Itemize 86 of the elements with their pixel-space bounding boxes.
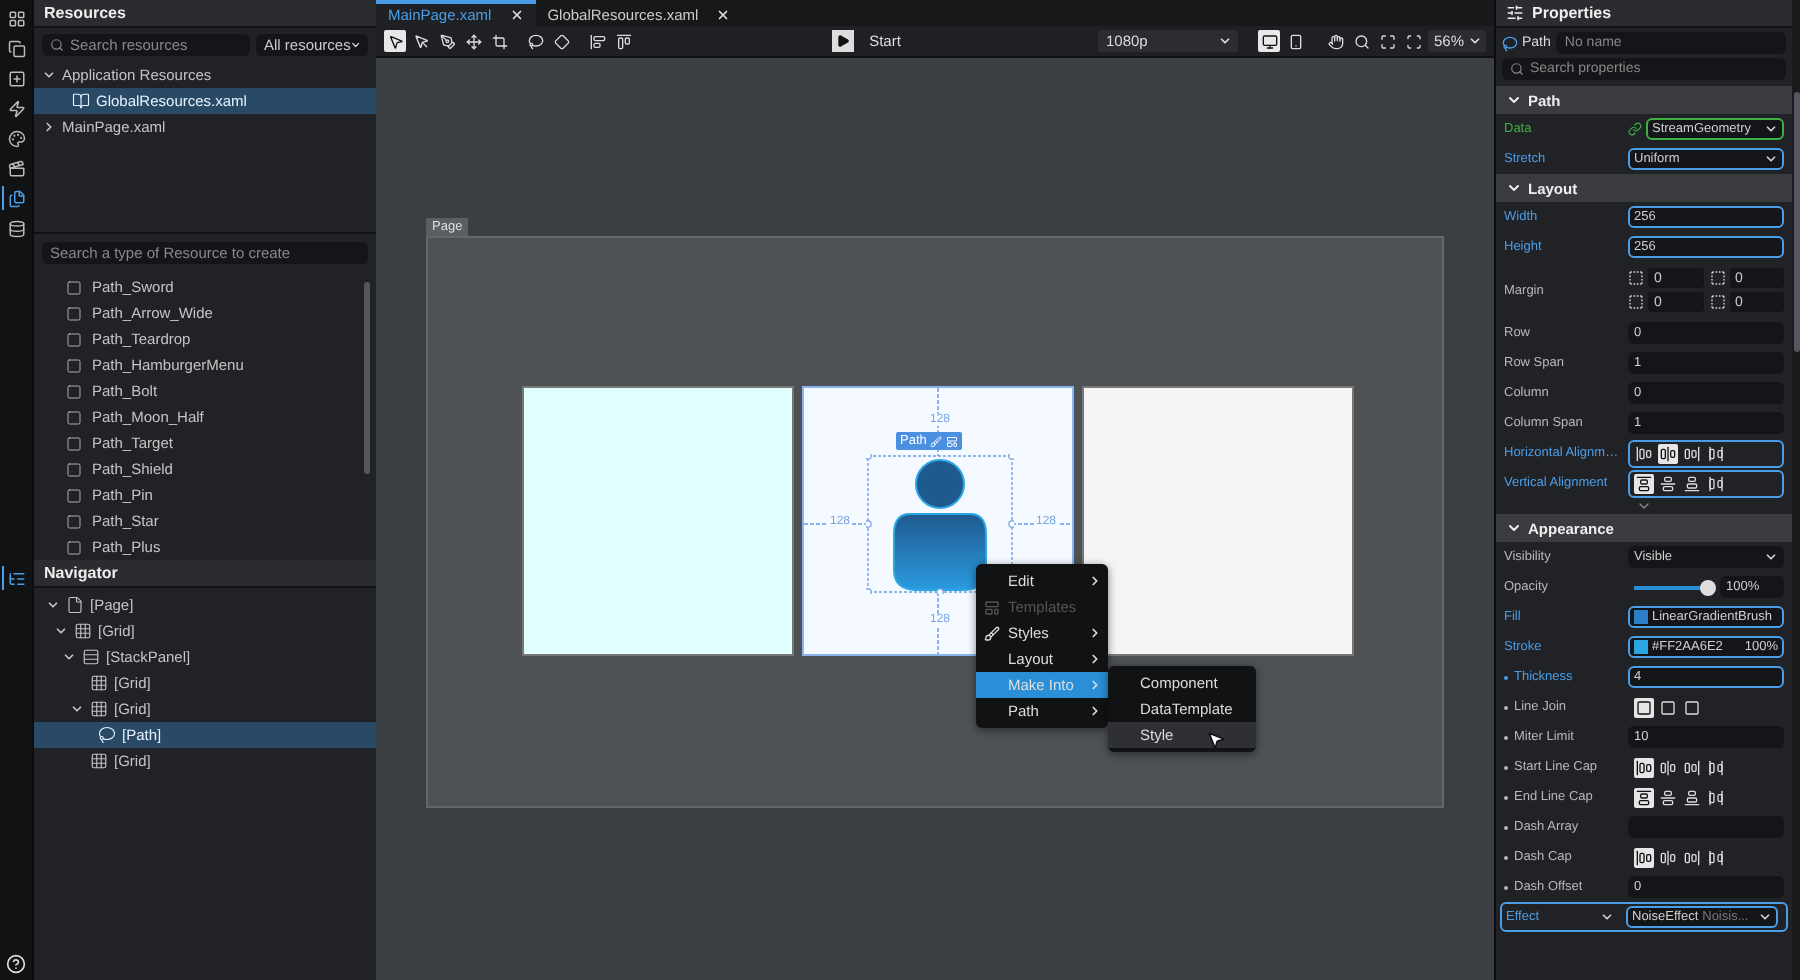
caret-icon: [1758, 910, 1772, 924]
pen-tool[interactable]: [436, 30, 458, 52]
option-button[interactable]: [1706, 787, 1726, 807]
caret-icon: [1764, 152, 1778, 166]
slider-thumb[interactable]: [1700, 579, 1716, 595]
align-top-tool[interactable]: [612, 30, 634, 52]
expand-caret-icon: [1506, 520, 1522, 536]
option-button[interactable]: [1682, 757, 1702, 777]
option-button[interactable]: [1706, 443, 1726, 463]
lasso-tool[interactable]: [524, 30, 546, 52]
brush-icon: [984, 625, 1000, 641]
search-icon: [50, 38, 64, 52]
path-icon: [98, 726, 116, 744]
option-button[interactable]: [1682, 443, 1702, 463]
option-button[interactable]: [1634, 473, 1654, 493]
expand-caret-icon[interactable]: [70, 702, 84, 716]
brush-icon: [930, 435, 943, 447]
side-icon: [1628, 294, 1644, 310]
caret-icon: [1600, 910, 1614, 924]
template-icon: [984, 599, 1000, 615]
diamond-tool[interactable]: [550, 30, 572, 52]
caret-icon: [1764, 550, 1778, 564]
desktop-toggle[interactable]: [1258, 30, 1280, 52]
caret-icon: [1468, 34, 1482, 48]
option-button[interactable]: [1658, 443, 1678, 463]
close-icon[interactable]: [716, 8, 731, 22]
grid-icon: [90, 700, 108, 718]
grid-icon: [74, 622, 92, 640]
option-button[interactable]: [1634, 847, 1654, 867]
caret-icon: [350, 38, 362, 52]
color-swatch[interactable]: [1634, 640, 1648, 654]
panel-title: Resources: [34, 0, 376, 28]
files-icon[interactable]: [2, 186, 30, 210]
option-button[interactable]: [1682, 847, 1702, 867]
collapse-caret-icon[interactable]: [42, 120, 56, 134]
stack-icon: [82, 648, 100, 666]
expand-caret-icon: [1506, 92, 1522, 108]
select-tool[interactable]: [384, 30, 406, 52]
scrollbar[interactable]: [1793, 92, 1799, 352]
grid-icon: [90, 752, 108, 770]
more-chevron-icon[interactable]: [1636, 498, 1652, 514]
crop-tool[interactable]: [488, 30, 510, 52]
option-button[interactable]: [1706, 757, 1726, 777]
option-button[interactable]: [1658, 757, 1678, 777]
move-tool[interactable]: [462, 30, 484, 52]
zoom-tool[interactable]: [1350, 30, 1372, 52]
close-icon[interactable]: [509, 8, 524, 22]
align-left-tool[interactable]: [586, 30, 608, 52]
expand-caret-icon[interactable]: [42, 68, 56, 82]
option-button[interactable]: [1634, 697, 1654, 717]
scrollbar[interactable]: [364, 282, 370, 474]
panel-title: Properties: [1496, 0, 1792, 28]
path-icon: [1502, 35, 1518, 51]
template-icon: [946, 435, 959, 447]
option-button[interactable]: [1658, 787, 1678, 807]
option-button[interactable]: [1634, 757, 1654, 777]
grid-icon: [90, 674, 108, 692]
link-icon[interactable]: [1628, 122, 1642, 136]
direct-select-tool[interactable]: [410, 30, 432, 52]
option-button[interactable]: [1658, 847, 1678, 867]
side-icon: [1709, 270, 1725, 286]
hand-tool[interactable]: [1324, 30, 1346, 52]
help-icon[interactable]: [6, 954, 26, 974]
option-button[interactable]: [1706, 847, 1726, 867]
grid-panel[interactable]: [1082, 386, 1354, 656]
color-swatch[interactable]: [1634, 610, 1648, 624]
option-button[interactable]: [1658, 473, 1678, 493]
panel-title: Navigator: [34, 560, 376, 588]
caret-icon: [1764, 122, 1778, 136]
option-button[interactable]: [1634, 443, 1654, 463]
side-icon: [1709, 294, 1725, 310]
tree-list-icon[interactable]: [2, 566, 30, 590]
book-icon: [72, 92, 90, 110]
fit-icon[interactable]: [1376, 30, 1398, 52]
play-icon: [835, 34, 850, 48]
page-icon: [66, 596, 84, 614]
search-icon: [1510, 62, 1524, 76]
option-button[interactable]: [1634, 787, 1654, 807]
expand-caret-icon: [1506, 180, 1522, 196]
option-button[interactable]: [1706, 473, 1726, 493]
option-button[interactable]: [1682, 473, 1702, 493]
fit-selection-icon[interactable]: [1402, 30, 1424, 52]
sliders-icon: [1506, 4, 1524, 22]
caret-icon: [1218, 34, 1232, 48]
option-button[interactable]: [1682, 787, 1702, 807]
side-icon: [1628, 270, 1644, 286]
